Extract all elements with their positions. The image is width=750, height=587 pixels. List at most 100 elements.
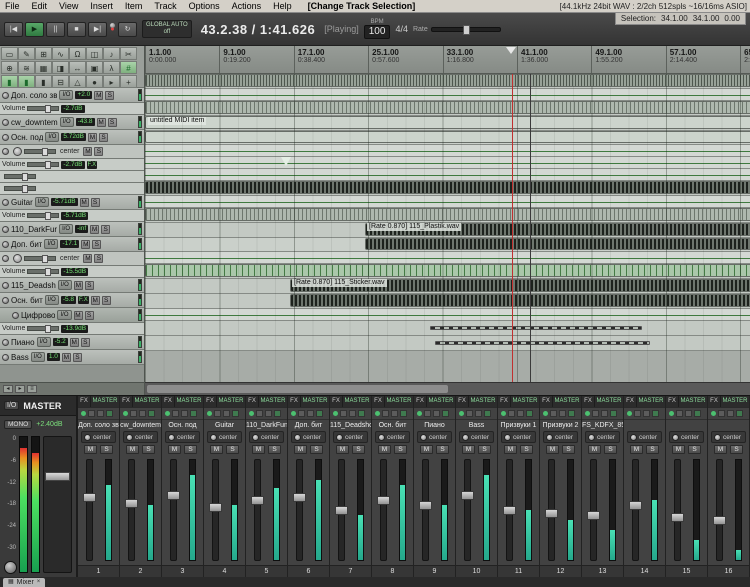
marker-triangle[interactable] bbox=[506, 47, 516, 54]
tool-icon[interactable]: ♪ bbox=[103, 47, 120, 60]
strip-fx-button[interactable]: FX bbox=[414, 396, 427, 407]
volume-slider[interactable] bbox=[27, 162, 59, 167]
track-panel[interactable]: Осн. бит I/O -5.8 F.X M S bbox=[0, 293, 144, 308]
phase-icon[interactable] bbox=[526, 410, 533, 417]
strip-pan-control[interactable]: center bbox=[123, 431, 158, 443]
record-arm-button[interactable] bbox=[2, 297, 9, 304]
pan-knob[interactable] bbox=[13, 147, 22, 156]
phase-icon[interactable] bbox=[736, 410, 743, 417]
env-icon[interactable] bbox=[601, 410, 608, 417]
phase-icon[interactable] bbox=[358, 410, 365, 417]
io-icon[interactable] bbox=[382, 410, 389, 417]
env-icon[interactable] bbox=[139, 410, 146, 417]
tcp-scroll-left-button[interactable]: ◂ bbox=[3, 385, 13, 393]
track-panel[interactable]: center M S bbox=[0, 252, 144, 266]
env-icon[interactable] bbox=[181, 410, 188, 417]
strip-fx-button[interactable]: FX bbox=[708, 396, 721, 407]
io-icon[interactable] bbox=[214, 410, 221, 417]
record-arm-button[interactable] bbox=[2, 134, 9, 141]
strip-master-send-button[interactable]: MASTER bbox=[595, 396, 623, 407]
bpm-block[interactable]: BPM 100 bbox=[364, 19, 391, 39]
solo-button[interactable]: S bbox=[92, 240, 101, 249]
strip-mute-button[interactable]: M bbox=[126, 445, 139, 454]
repeat-button[interactable]: ↻ bbox=[118, 22, 137, 37]
strip-solo-button[interactable]: S bbox=[100, 445, 113, 454]
phase-icon[interactable] bbox=[568, 410, 575, 417]
env-icon[interactable] bbox=[643, 410, 650, 417]
tool-icon[interactable]: ⊞ bbox=[35, 47, 52, 60]
strip-fader[interactable] bbox=[506, 459, 513, 561]
strip-mute-button[interactable]: M bbox=[84, 445, 97, 454]
strip-solo-button[interactable]: S bbox=[730, 445, 743, 454]
strip-fader[interactable] bbox=[170, 459, 177, 561]
phase-icon[interactable] bbox=[316, 410, 323, 417]
fx-button[interactable]: F.X bbox=[78, 296, 89, 304]
strip-fader-cap[interactable] bbox=[671, 513, 684, 522]
strip-fx-button[interactable]: FX bbox=[204, 396, 217, 407]
env-icon[interactable] bbox=[727, 410, 734, 417]
strip-fx-button[interactable]: FX bbox=[78, 396, 91, 407]
strip-mute-button[interactable]: M bbox=[294, 445, 307, 454]
tool-icon[interactable]: ▮ bbox=[18, 75, 35, 88]
strip-master-send-button[interactable]: MASTER bbox=[133, 396, 161, 407]
tool-icon[interactable]: # bbox=[120, 61, 137, 74]
play-button[interactable]: ▶ bbox=[25, 22, 44, 37]
io-button[interactable]: I/O bbox=[45, 132, 59, 142]
strip-fader-cap[interactable] bbox=[713, 516, 726, 525]
phase-icon[interactable] bbox=[652, 410, 659, 417]
record-arm-button[interactable] bbox=[2, 354, 9, 361]
strip-pan-control[interactable]: center bbox=[711, 431, 746, 443]
env-icon[interactable] bbox=[475, 410, 482, 417]
strip-master-send-button[interactable]: MASTER bbox=[301, 396, 329, 407]
envelope-lane[interactable] bbox=[145, 252, 750, 264]
strip-mute-button[interactable]: M bbox=[672, 445, 685, 454]
strip-solo-button[interactable]: S bbox=[184, 445, 197, 454]
strip-fader[interactable] bbox=[380, 459, 387, 561]
io-button[interactable]: I/O bbox=[44, 239, 58, 249]
tool-icon[interactable]: ▦ bbox=[35, 61, 52, 74]
io-button[interactable]: I/O bbox=[59, 90, 73, 100]
tool-icon[interactable]: ↔ bbox=[69, 61, 86, 74]
audio-item[interactable] bbox=[435, 341, 650, 345]
io-button[interactable]: I/O bbox=[60, 117, 74, 127]
audio-item[interactable] bbox=[365, 238, 750, 250]
io-icon[interactable] bbox=[298, 410, 305, 417]
strip-fx-button[interactable]: FX bbox=[330, 396, 343, 407]
audio-item[interactable] bbox=[145, 101, 750, 114]
env-icon[interactable] bbox=[517, 410, 524, 417]
strip-fader-cap[interactable] bbox=[377, 496, 390, 505]
strip-fx-button[interactable]: FX bbox=[162, 396, 175, 407]
tool-icon[interactable]: ✂ bbox=[120, 47, 137, 60]
fx-button[interactable]: F.X bbox=[87, 161, 98, 169]
phase-icon[interactable] bbox=[274, 410, 281, 417]
track-panel[interactable]: Доп. соло зв I/O +2.0 M S bbox=[0, 88, 144, 103]
strip-fader-cap[interactable] bbox=[587, 511, 600, 520]
mute-button[interactable]: M bbox=[70, 338, 79, 347]
pause-button[interactable]: || bbox=[46, 22, 65, 37]
strip-fader[interactable] bbox=[716, 459, 723, 561]
tool-icon[interactable]: ▣ bbox=[86, 61, 103, 74]
env-icon[interactable] bbox=[97, 410, 104, 417]
midi-item[interactable]: untitled MIDI item bbox=[145, 116, 750, 129]
menu-help[interactable]: Help bbox=[271, 1, 294, 11]
track-panel[interactable]: 115_Deadsh I/O M S bbox=[0, 278, 144, 293]
strip-master-send-button[interactable]: MASTER bbox=[385, 396, 413, 407]
io-icon[interactable] bbox=[592, 410, 599, 417]
io-icon[interactable] bbox=[634, 410, 641, 417]
timeline-ruler[interactable]: 1.1.00 0:00.000 9.1.00 0:19.200 17.1.00 … bbox=[145, 46, 750, 74]
track-panel[interactable]: Пиано I/O -5.2 M S bbox=[0, 335, 144, 350]
menu-insert[interactable]: Insert bbox=[88, 1, 115, 11]
volume-slider[interactable] bbox=[4, 186, 36, 191]
strip-fader[interactable] bbox=[86, 459, 93, 561]
strip-solo-button[interactable]: S bbox=[310, 445, 323, 454]
phase-icon[interactable] bbox=[190, 410, 197, 417]
solo-button[interactable]: S bbox=[94, 147, 103, 156]
strip-pan-control[interactable]: center bbox=[501, 431, 536, 443]
strip-mute-button[interactable]: M bbox=[504, 445, 517, 454]
strip-fader[interactable] bbox=[590, 459, 597, 561]
track-panel[interactable]: Цифрово I/O M S bbox=[0, 308, 144, 323]
envelope-lane[interactable] bbox=[145, 145, 750, 157]
strip-fx-button[interactable]: FX bbox=[372, 396, 385, 407]
strip-solo-button[interactable]: S bbox=[646, 445, 659, 454]
env-icon[interactable] bbox=[559, 410, 566, 417]
